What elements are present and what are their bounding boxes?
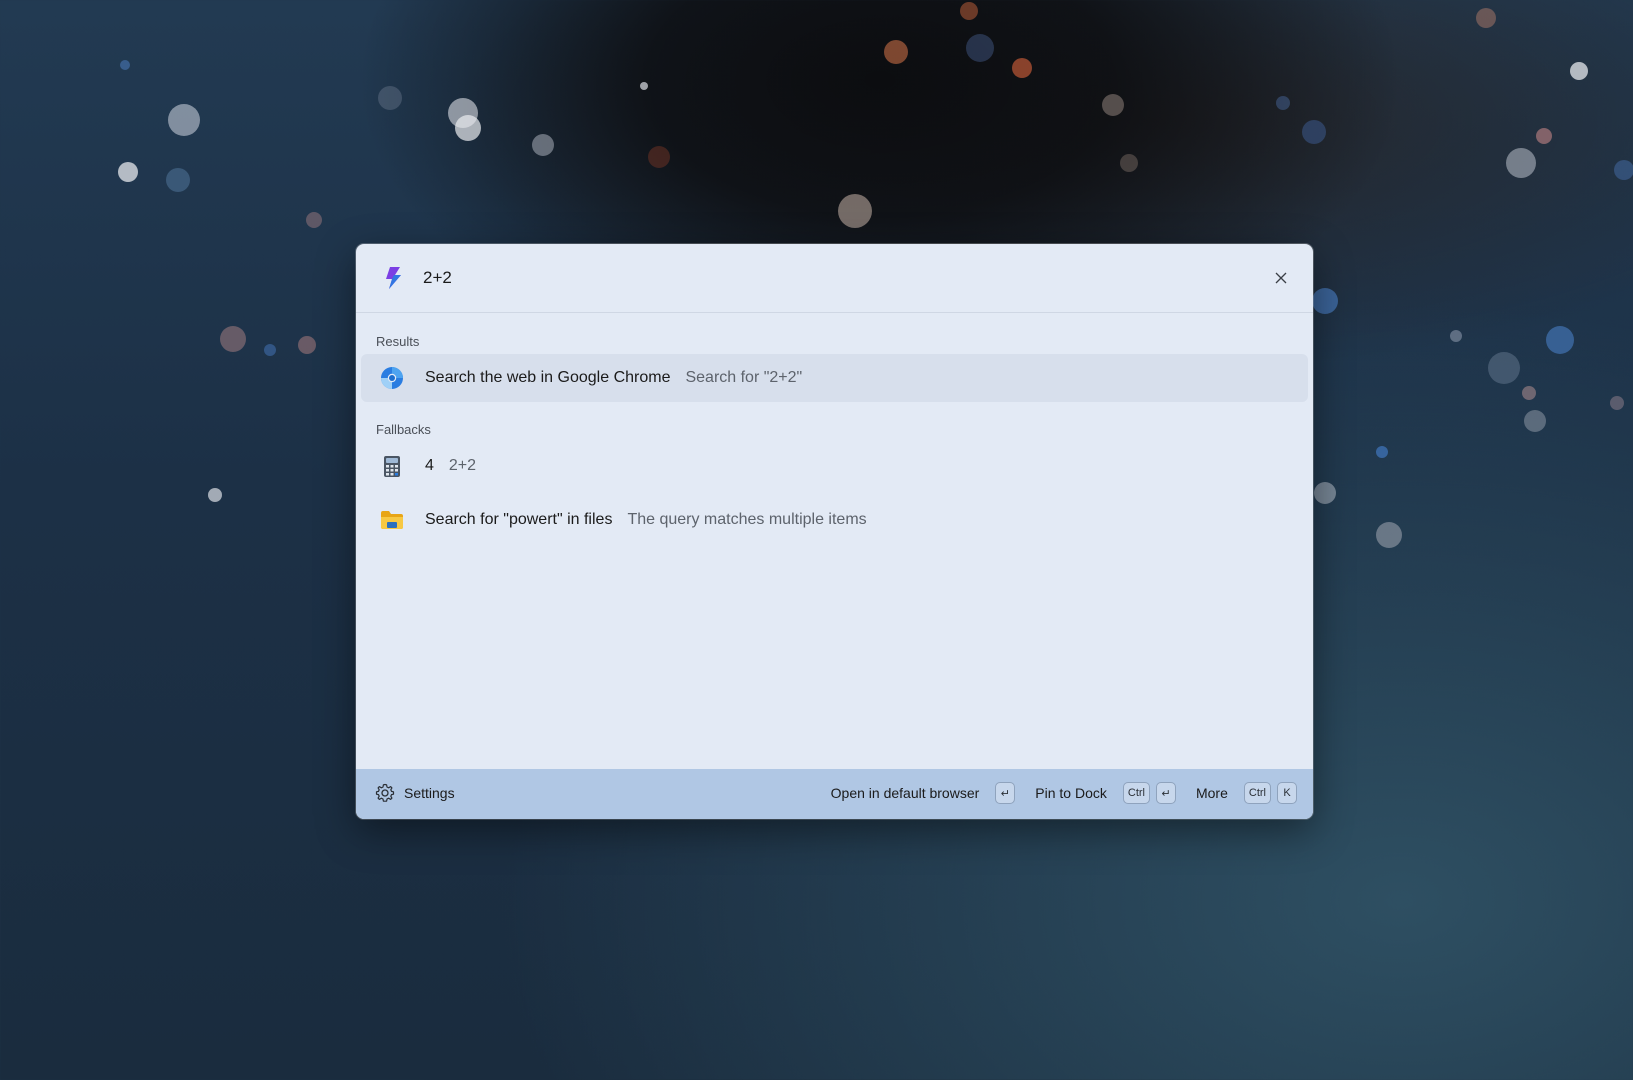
search-input[interactable] bbox=[423, 264, 1183, 292]
calculator-icon bbox=[384, 456, 400, 477]
open-in-browser-action[interactable]: Open in default browser ↵ bbox=[831, 782, 1016, 804]
k-key-hint: K bbox=[1277, 782, 1297, 804]
gear-icon bbox=[375, 783, 395, 802]
enter-key-hint: ↵ bbox=[995, 782, 1016, 804]
fallback-title: 4 bbox=[425, 457, 434, 474]
results-section-label: Results bbox=[376, 334, 420, 349]
fallback-item[interactable]: Search for "powert" in files The query m… bbox=[361, 496, 1308, 544]
folder-icon bbox=[381, 511, 403, 529]
chrome-icon bbox=[381, 367, 403, 389]
ctrl-key-hint: Ctrl bbox=[1243, 782, 1271, 804]
action-label: Pin to Dock bbox=[1035, 785, 1107, 801]
command-palette: Results Search the web in Google Chrome … bbox=[356, 244, 1313, 819]
footer-bar: Settings Open in default browser ↵ Pin t… bbox=[356, 769, 1313, 819]
result-item[interactable]: Search the web in Google Chrome Search f… bbox=[361, 354, 1308, 402]
footer-actions: Open in default browser ↵ Pin to Dock Ct… bbox=[811, 782, 1297, 804]
settings-button[interactable]: Settings bbox=[375, 783, 455, 803]
action-label: Open in default browser bbox=[830, 785, 980, 801]
settings-label: Settings bbox=[404, 785, 455, 801]
ctrl-key-hint: Ctrl bbox=[1122, 782, 1150, 804]
fallback-item[interactable]: 4 2+2 bbox=[361, 442, 1308, 490]
result-title: Search the web in Google Chrome bbox=[425, 369, 671, 386]
search-bar bbox=[356, 244, 1313, 313]
fallbacks-section-label: Fallbacks bbox=[376, 422, 431, 437]
fallback-subtitle: The query matches multiple items bbox=[627, 511, 867, 528]
close-icon bbox=[1275, 272, 1287, 284]
more-action[interactable]: More Ctrl K bbox=[1196, 782, 1297, 804]
fallback-subtitle: 2+2 bbox=[448, 457, 477, 474]
action-label: More bbox=[1195, 785, 1228, 801]
fallback-title: Search for "powert" in files bbox=[425, 511, 613, 528]
result-subtitle: Search for "2+2" bbox=[685, 369, 803, 386]
close-button[interactable] bbox=[1267, 264, 1295, 292]
enter-key-hint: ↵ bbox=[1155, 782, 1176, 804]
pin-to-dock-action[interactable]: Pin to Dock Ctrl ↵ bbox=[1035, 782, 1176, 804]
command-palette-logo-icon bbox=[386, 267, 401, 289]
